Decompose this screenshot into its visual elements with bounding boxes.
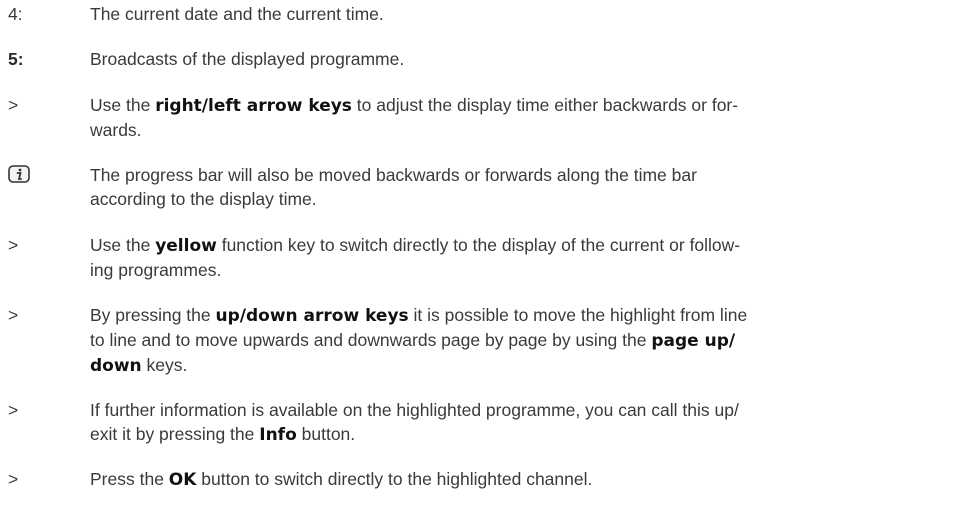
item-text: The current date and the current time. — [90, 4, 384, 24]
item-text: If further information is available on t… — [90, 400, 739, 445]
item-text: Press the OK button to switch directly t… — [90, 469, 593, 490]
item-text: Use the right/left arrow keys to adjust … — [90, 95, 739, 140]
key-name: yellow — [155, 236, 217, 256]
item-number: 4: — [8, 4, 23, 24]
bullet-marker: > — [8, 469, 19, 489]
info-icon — [8, 165, 30, 183]
item-text: The progress bar will also be moved back… — [90, 165, 697, 209]
bullet-marker: > — [8, 305, 19, 325]
item-text: Broadcasts of the displayed programme. — [90, 49, 405, 69]
key-name: page up/ — [651, 331, 736, 351]
bullet-marker: > — [8, 400, 19, 420]
item-text: Use the yellow function key to switch di… — [90, 235, 741, 280]
bullet-marker: > — [8, 95, 19, 115]
key-name: up/down arrow keys — [215, 306, 409, 326]
key-name: down — [90, 356, 142, 376]
key-name: Info — [259, 425, 297, 445]
key-name: right/left arrow keys — [155, 96, 352, 116]
item-text: By pressing the up/down arrow keys it is… — [90, 305, 748, 376]
bullet-marker: > — [8, 235, 19, 255]
item-number: 5: — [8, 49, 24, 69]
key-name: OK — [168, 470, 197, 490]
